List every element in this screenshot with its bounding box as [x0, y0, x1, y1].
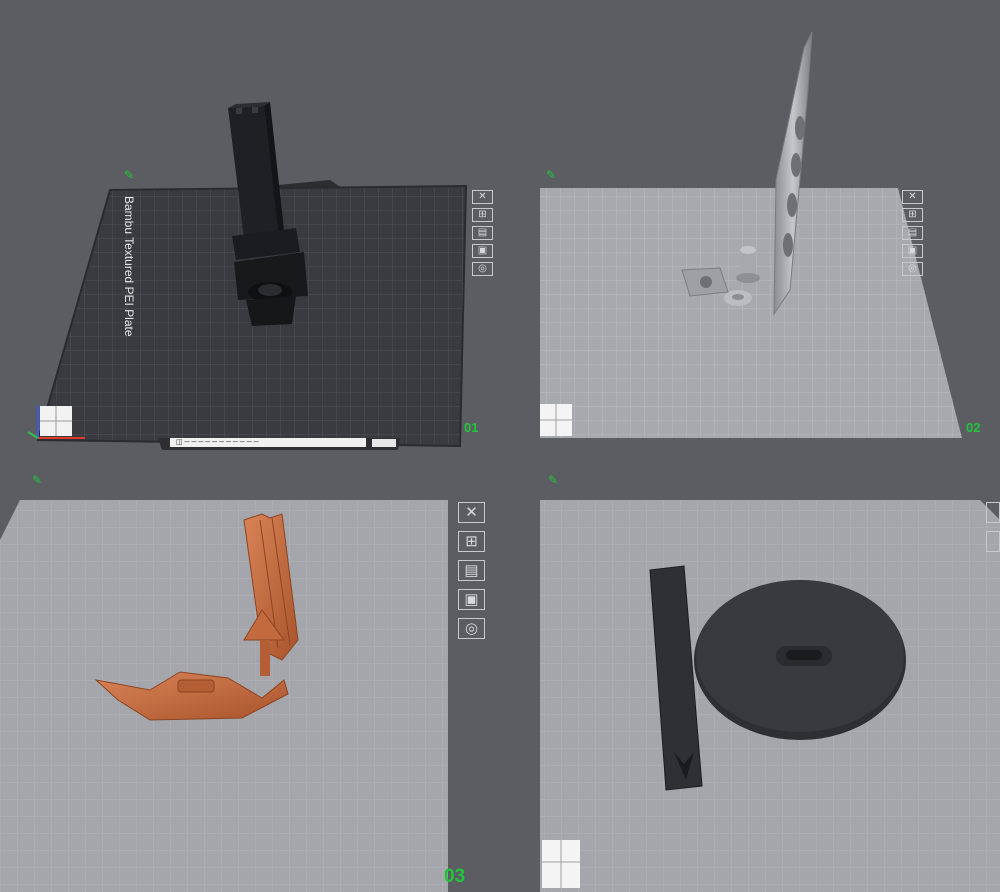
close-icon[interactable]: ✕	[902, 190, 923, 204]
plate-number-03: 03	[444, 866, 466, 887]
orient-icon[interactable]: ▤	[458, 560, 485, 581]
edit-plate-01-icon[interactable]: ✎	[124, 169, 134, 181]
close-icon[interactable]: ✕	[472, 190, 493, 204]
arrange-icon[interactable]: ⊞	[472, 208, 493, 222]
edit-plate-02-icon[interactable]: ✎	[546, 169, 556, 181]
plate-number-02: 02	[966, 420, 981, 435]
settings-icon[interactable]: ◎	[458, 618, 485, 639]
lock-icon[interactable]: ▣	[472, 244, 493, 258]
lock-icon[interactable]: ▣	[458, 589, 485, 610]
plate-info-text: ◫ ─ ─ ─ ─ ─ ─ ─ ─ ─ ─ ─	[176, 439, 259, 446]
y-axis	[27, 431, 39, 439]
close-icon[interactable]: ✕	[458, 502, 485, 523]
plate-01-toolbar: ✕ ⊞ ▤ ▣ ◎	[472, 190, 493, 276]
model-gray-plate[interactable]	[681, 267, 729, 297]
3d-viewport[interactable]	[0, 0, 1000, 892]
plate-number-01: 01	[464, 420, 479, 435]
plate-03[interactable]	[0, 500, 448, 892]
arrange-icon[interactable]: ⊞	[458, 531, 485, 552]
settings-icon[interactable]: ◎	[472, 262, 493, 276]
plate-03-toolbar: ✕ ⊞ ▤ ▣ ◎	[458, 502, 485, 639]
edit-plate-04-icon[interactable]: ✎	[548, 474, 558, 486]
model-gray-washer[interactable]	[724, 290, 752, 306]
plate-01[interactable]	[27, 102, 468, 450]
arrange-icon[interactable]	[986, 531, 1000, 552]
orient-icon[interactable]: ▤	[902, 226, 923, 240]
plate-04[interactable]	[540, 500, 1000, 892]
orient-icon[interactable]: ▤	[472, 226, 493, 240]
plate-04-toolbar	[986, 502, 1000, 552]
plate-02-toolbar: ✕ ⊞ ▤ ▣ ◎	[902, 190, 923, 276]
close-icon[interactable]	[986, 502, 1000, 523]
arrange-icon[interactable]: ⊞	[902, 208, 923, 222]
model-black-disc[interactable]	[694, 580, 906, 740]
plate-02[interactable]	[540, 31, 962, 438]
settings-icon[interactable]: ◎	[902, 262, 923, 276]
bed-label: Bambu Textured PEI Plate	[122, 196, 136, 337]
edit-plate-03-icon[interactable]: ✎	[32, 474, 42, 486]
lock-icon[interactable]: ▣	[902, 244, 923, 258]
